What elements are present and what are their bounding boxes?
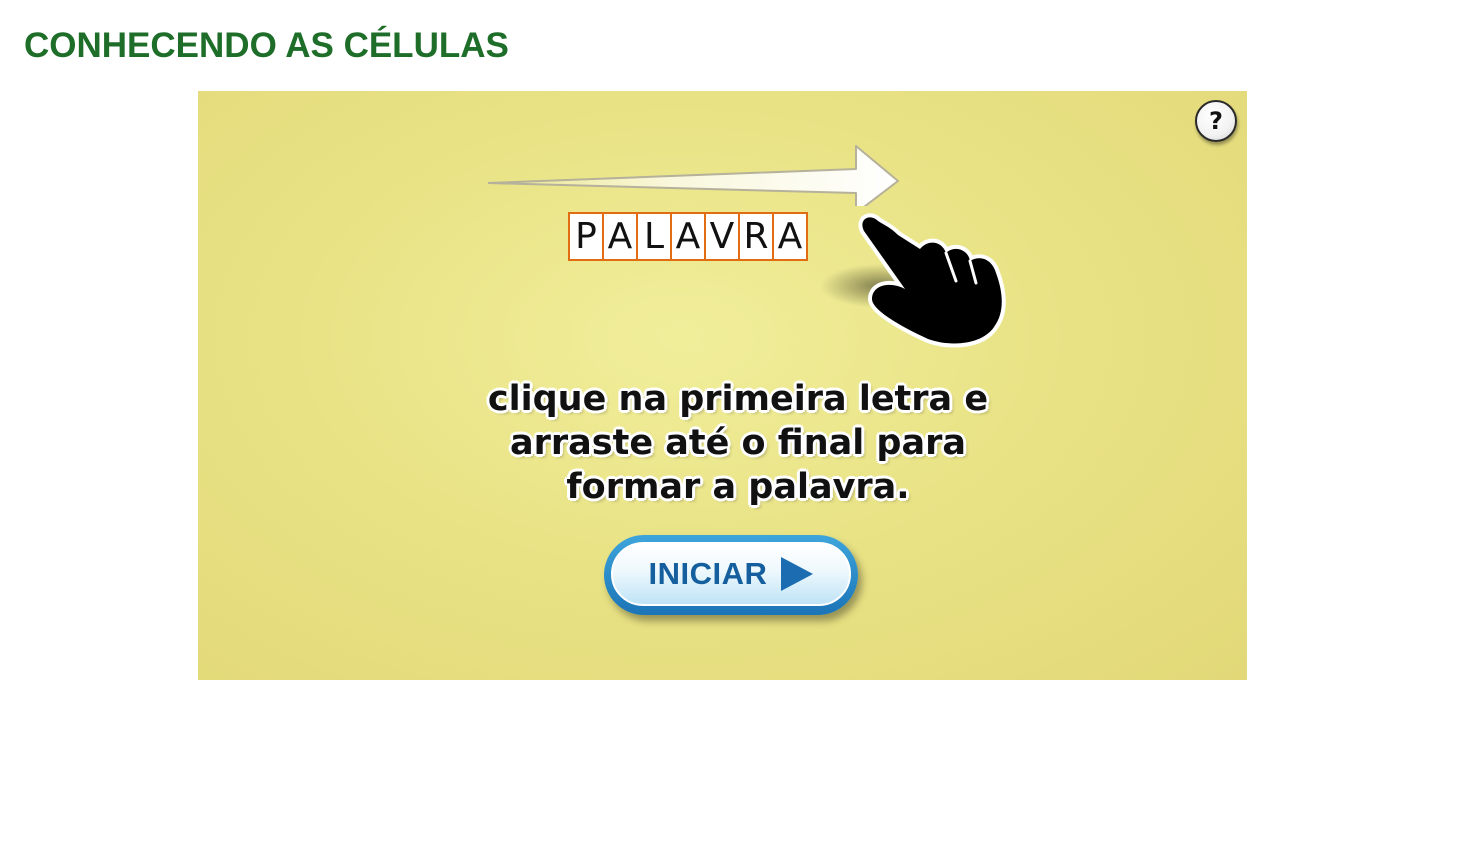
pointing-hand-icon [820,213,1006,348]
page-title: CONHECENDO AS CÉLULAS [24,26,509,65]
instruction-line: arraste até o final para [510,423,966,463]
letter-cell: R [740,214,774,259]
instruction-line: clique na primeira letra e [487,379,989,419]
question-mark-icon: ? [1209,107,1223,135]
letter-cell: L [638,214,672,259]
letter-cell: V [706,214,740,259]
start-button[interactable]: INICIAR [604,535,858,615]
letter-cell: A [672,214,706,259]
letter-cell: P [570,214,604,259]
right-arrow-icon [488,145,899,206]
start-button-label: INICIAR [648,556,768,591]
instruction-line: formar a palavra. [566,467,910,507]
instructions-text: clique na primeira letra e arraste até o… [438,377,1038,509]
demo-word: P A L A V R A [568,212,808,261]
game-stage[interactable]: ? P A L A V R A clique na primeira letra… [198,91,1247,680]
letter-cell: A [774,214,806,259]
start-button-face[interactable]: INICIAR [611,542,851,606]
letter-cell: A [604,214,638,259]
help-button[interactable]: ? [1195,100,1237,142]
play-triangle-icon [781,557,814,591]
